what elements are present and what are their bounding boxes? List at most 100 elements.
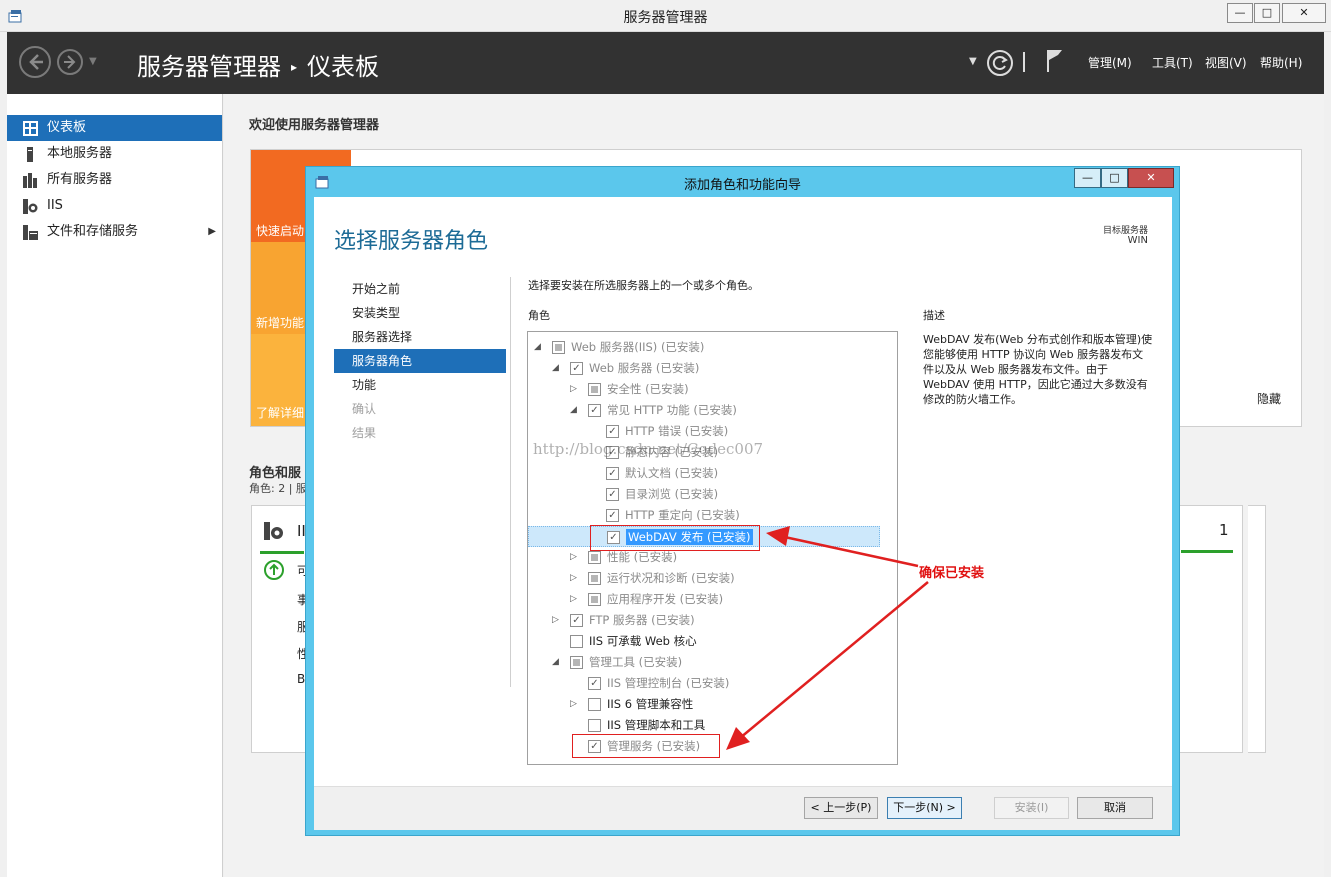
role-checkbox[interactable] — [588, 719, 601, 732]
sidebar-item-local-server[interactable]: 本地服务器 — [7, 141, 222, 167]
menu-view[interactable]: 视图(V) — [1205, 54, 1247, 71]
wizard-maximize-button[interactable]: □ — [1101, 168, 1128, 188]
sidebar-item-dashboard[interactable]: 仪表板 — [7, 115, 222, 141]
role-label: IIS 管理控制台 (已安装) — [607, 676, 730, 690]
next-button[interactable]: 下一步(N) > — [887, 797, 962, 819]
role-checkbox[interactable] — [552, 341, 565, 354]
role-checkbox[interactable]: ✓ — [570, 362, 583, 375]
role-checkbox[interactable]: ✓ — [606, 488, 619, 501]
sidebar-item-iis[interactable]: IIS — [7, 193, 222, 219]
cancel-button[interactable]: 取消 — [1077, 797, 1153, 819]
tree-row[interactable]: ▷ ✓ FTP 服务器 (已安装) — [528, 610, 880, 631]
tree-row[interactable]: ✓ HTTP 重定向 (已安装) — [528, 505, 880, 526]
steps-divider — [510, 277, 511, 687]
back-button[interactable] — [19, 46, 51, 78]
tree-row[interactable]: IIS 管理脚本和工具 — [528, 715, 880, 736]
wizard-body: 选择服务器角色 目标服务器 WIN 开始之前 安装类型 服务器选择 服务器角色 … — [314, 197, 1172, 830]
role-checkbox[interactable]: ✓ — [606, 467, 619, 480]
hide-link[interactable]: 隐藏 — [1257, 390, 1281, 407]
role-checkbox[interactable] — [588, 698, 601, 711]
step-server-selection[interactable]: 服务器选择 — [334, 325, 506, 349]
expand-icon[interactable]: ▷ — [552, 610, 559, 631]
menu-help[interactable]: 帮助(H) — [1260, 54, 1302, 71]
tree-row[interactable]: ✓ 默认文档 (已安装) — [528, 463, 880, 484]
tree-row[interactable]: ▷ 安全性 (已安装) — [528, 379, 880, 400]
role-checkbox[interactable]: ✓ — [588, 404, 601, 417]
chevron-right-icon[interactable]: ▶ — [208, 219, 216, 245]
role-checkbox[interactable] — [588, 593, 601, 606]
role-label: 管理工具 (已安装) — [589, 655, 683, 669]
role-checkbox[interactable]: ✓ — [570, 614, 583, 627]
role-checkbox[interactable]: ✓ — [606, 425, 619, 438]
breadcrumb-separator-icon: ▸ — [291, 60, 298, 74]
role-checkbox[interactable] — [570, 656, 583, 669]
tile-label: 快速启动 — [256, 224, 305, 238]
app-header: ▼ 服务器管理器 ▸ 仪表板 ▼ 管理(M) 工具(T) 视图(V) 帮助(H) — [7, 32, 1324, 94]
step-installation-type[interactable]: 安装类型 — [334, 301, 506, 325]
role-checkbox[interactable]: ✓ — [588, 677, 601, 690]
step-results: 结果 — [352, 426, 377, 440]
tree-row[interactable]: ✓ HTTP 错误 (已安装) — [528, 421, 880, 442]
description-label: 描述 — [923, 309, 945, 322]
arrow-right-icon — [64, 55, 76, 69]
step-server-roles[interactable]: 服务器角色 — [334, 349, 506, 373]
roles-label: 角色 — [528, 309, 550, 322]
maximize-button[interactable]: □ — [1254, 3, 1280, 23]
tree-row[interactable]: ✓ 目录浏览 (已安装) — [528, 484, 880, 505]
tree-row[interactable]: IIS 可承载 Web 核心 — [528, 631, 880, 652]
expand-icon[interactable]: ▷ — [570, 379, 577, 400]
collapse-icon[interactable]: ◢ — [570, 400, 577, 421]
tree-row[interactable]: ◢ Web 服务器(IIS) (已安装) — [528, 337, 880, 358]
forward-button[interactable] — [57, 49, 83, 75]
tree-row[interactable]: ▷ 应用程序开发 (已安装) — [528, 589, 880, 610]
notification-flag-icon[interactable] — [1045, 48, 1065, 74]
role-label: 常见 HTTP 功能 (已安装) — [607, 403, 737, 417]
tree-row[interactable]: ◢ ✓ 常见 HTTP 功能 (已安装) — [528, 400, 880, 421]
breadcrumb: 服务器管理器 ▸ 仪表板 — [137, 47, 379, 82]
expand-icon[interactable]: ▷ — [570, 568, 577, 589]
iis-icon — [264, 522, 283, 540]
step-features[interactable]: 功能 — [334, 373, 506, 397]
install-button: 安装(I) — [994, 797, 1069, 819]
role-checkbox[interactable] — [588, 551, 601, 564]
wizard-minimize-button[interactable]: — — [1074, 168, 1101, 188]
expand-icon[interactable]: ▷ — [570, 589, 577, 610]
role-checkbox[interactable] — [570, 635, 583, 648]
breadcrumb-root[interactable]: 服务器管理器 — [137, 53, 281, 81]
role-label: HTTP 重定向 (已安装) — [625, 508, 740, 522]
role-checkbox[interactable] — [588, 572, 601, 585]
wizard-close-button[interactable]: ✕ — [1128, 168, 1174, 188]
tree-row[interactable]: ◢ 管理工具 (已安装) — [528, 652, 880, 673]
collapse-icon[interactable]: ◢ — [534, 337, 541, 358]
dropdown-icon[interactable]: ▼ — [969, 56, 977, 67]
role-label: 应用程序开发 (已安装) — [607, 592, 724, 606]
role-checkbox[interactable]: ✓ — [606, 509, 619, 522]
expand-icon[interactable]: ▷ — [570, 547, 577, 568]
server-icon — [27, 147, 33, 162]
tree-row[interactable]: ◢ ✓ Web 服务器 (已安装) — [528, 358, 880, 379]
refresh-icon[interactable] — [987, 50, 1013, 76]
window-title: 服务器管理器 — [623, 10, 708, 26]
role-label: IIS 可承载 Web 核心 — [589, 634, 697, 648]
role-checkbox[interactable] — [588, 383, 601, 396]
tree-row[interactable]: ▷ IIS 6 管理兼容性 — [528, 694, 880, 715]
collapse-icon[interactable]: ◢ — [552, 358, 559, 379]
step-confirmation: 确认 — [352, 402, 377, 416]
history-dropdown-icon[interactable]: ▼ — [89, 56, 97, 67]
menu-manage[interactable]: 管理(M) — [1088, 54, 1132, 71]
expand-icon[interactable]: ▷ — [570, 694, 577, 715]
card-line[interactable]: B — [297, 672, 305, 686]
sidebar-item-file-storage[interactable]: 文件和存储服务 ▶ — [7, 219, 222, 245]
minimize-button[interactable]: — — [1227, 3, 1253, 23]
menu-tools[interactable]: 工具(T) — [1152, 54, 1193, 71]
sidebar: 仪表板 本地服务器 所有服务器 IIS 文件和存储服务 ▶ — [7, 94, 223, 877]
collapse-icon[interactable]: ◢ — [552, 652, 559, 673]
tree-row[interactable]: ▷ 运行状况和诊断 (已安装) — [528, 568, 880, 589]
previous-button[interactable]: < 上一步(P) — [804, 797, 878, 819]
close-button[interactable]: ✕ — [1282, 3, 1326, 23]
step-before-you-begin[interactable]: 开始之前 — [334, 277, 506, 301]
tree-row[interactable]: ✓ IIS 管理控制台 (已安装) — [528, 673, 880, 694]
sidebar-item-all-servers[interactable]: 所有服务器 — [7, 167, 222, 193]
wizard-footer: < 上一步(P) 下一步(N) > 安装(I) 取消 — [314, 786, 1172, 830]
header-divider — [1023, 52, 1025, 72]
